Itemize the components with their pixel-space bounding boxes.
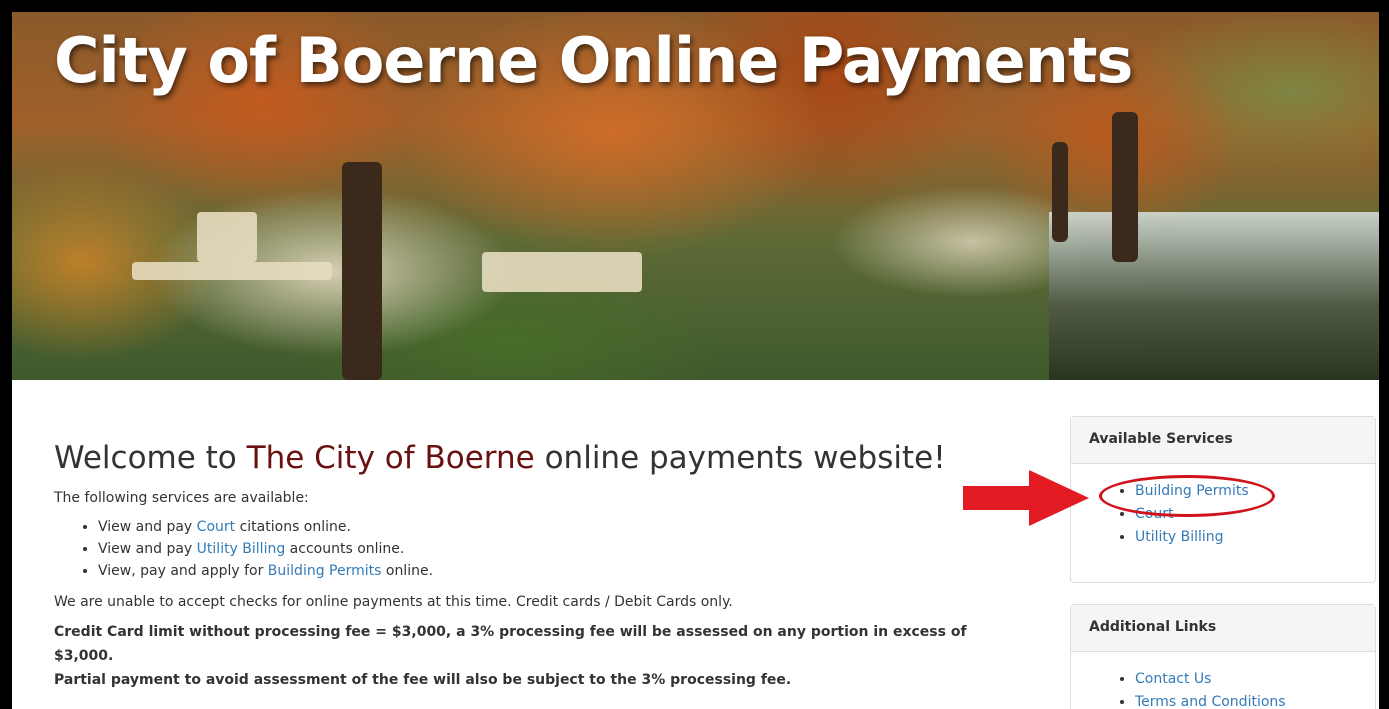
utility-billing-link[interactable]: Utility Billing (197, 541, 286, 557)
hero-stone-pillar (197, 212, 257, 262)
welcome-suffix: online payments website! (534, 440, 946, 476)
list-item-text: View and pay (98, 541, 197, 557)
additional-links-title: Additional Links (1071, 605, 1375, 652)
hero-tree-trunk (1052, 142, 1068, 242)
list-item-text: accounts online. (285, 541, 405, 557)
welcome-heading: Welcome to The City of Boerne online pay… (54, 440, 1014, 476)
fee-notice-line-1: Credit Card limit without processing fee… (54, 624, 967, 664)
hero-picnic-table (132, 262, 332, 280)
list-item: Contact Us (1135, 668, 1375, 691)
checks-notice: We are unable to accept checks for onlin… (54, 594, 733, 610)
page-title: City of Boerne Online Payments (54, 24, 1133, 97)
hero-banner: City of Boerne Online Payments (12, 12, 1379, 380)
services-list: View and pay Court citations online. Vie… (54, 516, 1014, 582)
list-item: Terms and Conditions (1135, 691, 1375, 709)
list-item: Utility Billing (1135, 526, 1375, 549)
highlight-circle (1099, 475, 1275, 517)
page: City of Boerne Online Payments Welcome t… (12, 12, 1379, 709)
list-item-text: View, pay and apply for (98, 563, 268, 579)
list-item-text: citations online. (235, 519, 351, 535)
list-item: View, pay and apply for Building Permits… (98, 560, 1014, 582)
welcome-brand: The City of Boerne (246, 440, 535, 476)
additional-links-panel: Additional Links Contact Us Terms and Co… (1070, 604, 1376, 709)
main-content: Welcome to The City of Boerne online pay… (54, 440, 1014, 692)
additional-links-list: Contact Us Terms and Conditions (1071, 652, 1375, 709)
fee-notice-line-2: Partial payment to avoid assessment of t… (54, 672, 792, 688)
terms-and-conditions-link[interactable]: Terms and Conditions (1135, 694, 1286, 709)
sidebar-item-utility-billing[interactable]: Utility Billing (1135, 529, 1224, 545)
court-link[interactable]: Court (197, 519, 235, 535)
hero-tree-trunk (1112, 112, 1138, 262)
hero-stone-wall (482, 252, 642, 292)
list-item-text: online. (381, 563, 434, 579)
welcome-prefix: Welcome to (54, 440, 247, 476)
contact-us-link[interactable]: Contact Us (1135, 671, 1211, 687)
list-item: View and pay Utility Billing accounts on… (98, 538, 1014, 560)
hero-tree-trunk (342, 162, 382, 380)
list-item-text: View and pay (98, 519, 197, 535)
intro-text: The following services are available: (54, 490, 309, 506)
building-permits-link[interactable]: Building Permits (268, 563, 382, 579)
available-services-title: Available Services (1071, 417, 1375, 464)
list-item: View and pay Court citations online. (98, 516, 1014, 538)
red-arrow-icon (963, 470, 1089, 526)
hero-water (1049, 212, 1379, 380)
